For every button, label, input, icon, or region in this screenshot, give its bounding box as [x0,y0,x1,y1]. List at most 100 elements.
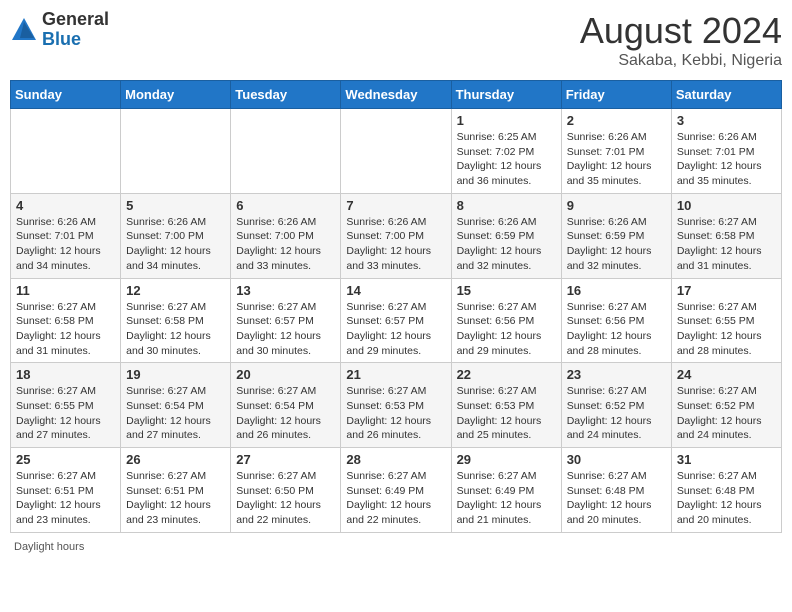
day-number: 15 [457,283,556,298]
day-info: Sunrise: 6:26 AM Sunset: 7:00 PM Dayligh… [346,215,445,274]
day-info: Sunrise: 6:27 AM Sunset: 6:48 PM Dayligh… [677,469,776,528]
day-cell: 15 Sunrise: 6:27 AM Sunset: 6:56 PM Dayli… [451,278,561,363]
day-cell: 17 Sunrise: 6:27 AM Sunset: 6:55 PM Dayli… [671,278,781,363]
day-cell: 3Sunrise: 6:26 AM Sunset: 7:01 PM Daylig… [671,109,781,194]
day-cell: 2 Sunrise: 6:26 AM Sunset: 7:01 PM Daylig… [561,109,671,194]
day-cell: 29 Sunrise: 6:27 AM Sunset: 6:49 PM Dayli… [451,448,561,533]
day-number: 2 [567,113,666,128]
day-cell: 21 Sunrise: 6:27 AM Sunset: 6:53 PM Dayli… [341,363,451,448]
day-info: Sunrise: 6:27 AM Sunset: 6:51 PM Dayligh… [126,469,225,528]
page-subtitle: Sakaba, Kebbi, Nigeria [580,52,782,70]
week-row-4: 25 Sunrise: 6:27 AM Sunset: 6:51 PM Dayli… [11,448,782,533]
day-cell: 13 Sunrise: 6:27 AM Sunset: 6:57 PM Dayli… [231,278,341,363]
day-cell: 4 Sunrise: 6:26 AM Sunset: 7:01 PM Daylig… [11,193,121,278]
day-number: 22 [457,367,556,382]
day-number: 19 [126,367,225,382]
day-cell: 19 Sunrise: 6:27 AM Sunset: 6:54 PM Dayli… [121,363,231,448]
day-cell: 5Sunrise: 6:26 AM Sunset: 7:00 PM Daylig… [121,193,231,278]
day-info: Sunrise: 6:27 AM Sunset: 6:48 PM Dayligh… [567,469,666,528]
calendar-header: SundayMondayTuesdayWednesdayThursdayFrid… [11,81,782,109]
day-cell [121,109,231,194]
logo-text: General Blue [42,10,109,50]
day-number: 9 [567,198,666,213]
day-number: 10 [677,198,776,213]
day-number: 12 [126,283,225,298]
day-number: 25 [16,452,115,467]
day-number: 8 [457,198,556,213]
week-row-3: 18Sunrise: 6:27 AM Sunset: 6:55 PM Dayli… [11,363,782,448]
day-info: Sunrise: 6:27 AM Sunset: 6:54 PM Dayligh… [126,384,225,443]
header-day-monday: Monday [121,81,231,109]
week-row-1: 4 Sunrise: 6:26 AM Sunset: 7:01 PM Daylig… [11,193,782,278]
day-cell [231,109,341,194]
day-info: Sunrise: 6:26 AM Sunset: 7:01 PM Dayligh… [567,130,666,189]
day-cell: 12Sunrise: 6:27 AM Sunset: 6:58 PM Dayli… [121,278,231,363]
logo-blue: Blue [42,29,81,49]
day-info: Sunrise: 6:27 AM Sunset: 6:57 PM Dayligh… [346,300,445,359]
logo: General Blue [10,10,109,50]
day-number: 23 [567,367,666,382]
day-number: 14 [346,283,445,298]
day-cell: 30 Sunrise: 6:27 AM Sunset: 6:48 PM Dayli… [561,448,671,533]
day-cell [11,109,121,194]
logo-general: General [42,9,109,29]
day-cell: 28Sunrise: 6:27 AM Sunset: 6:49 PM Dayli… [341,448,451,533]
day-number: 16 [567,283,666,298]
day-cell: 11Sunrise: 6:27 AM Sunset: 6:58 PM Dayli… [11,278,121,363]
header-day-saturday: Saturday [671,81,781,109]
day-info: Sunrise: 6:27 AM Sunset: 6:52 PM Dayligh… [567,384,666,443]
day-number: 13 [236,283,335,298]
day-number: 4 [16,198,115,213]
day-info: Sunrise: 6:27 AM Sunset: 6:54 PM Dayligh… [236,384,335,443]
day-info: Sunrise: 6:27 AM Sunset: 6:56 PM Dayligh… [457,300,556,359]
day-cell: 31 Sunrise: 6:27 AM Sunset: 6:48 PM Dayli… [671,448,781,533]
day-cell [341,109,451,194]
day-info: Sunrise: 6:26 AM Sunset: 7:01 PM Dayligh… [677,130,776,189]
daylight-label: Daylight hours [14,541,84,553]
day-info: Sunrise: 6:26 AM Sunset: 7:01 PM Dayligh… [16,215,115,274]
day-cell: 26 Sunrise: 6:27 AM Sunset: 6:51 PM Dayli… [121,448,231,533]
header-day-friday: Friday [561,81,671,109]
day-number: 1 [457,113,556,128]
day-number: 29 [457,452,556,467]
day-info: Sunrise: 6:27 AM Sunset: 6:58 PM Dayligh… [677,215,776,274]
day-number: 20 [236,367,335,382]
day-number: 30 [567,452,666,467]
day-info: Sunrise: 6:26 AM Sunset: 7:00 PM Dayligh… [236,215,335,274]
day-info: Sunrise: 6:25 AM Sunset: 7:02 PM Dayligh… [457,130,556,189]
day-number: 24 [677,367,776,382]
title-block: August 2024 Sakaba, Kebbi, Nigeria [580,10,782,70]
day-number: 26 [126,452,225,467]
day-cell: 1 Sunrise: 6:25 AM Sunset: 7:02 PM Daylig… [451,109,561,194]
day-number: 28 [346,452,445,467]
day-info: Sunrise: 6:27 AM Sunset: 6:51 PM Dayligh… [16,469,115,528]
header-day-wednesday: Wednesday [341,81,451,109]
day-info: Sunrise: 6:27 AM Sunset: 6:49 PM Dayligh… [457,469,556,528]
day-info: Sunrise: 6:27 AM Sunset: 6:52 PM Dayligh… [677,384,776,443]
day-cell: 14 Sunrise: 6:27 AM Sunset: 6:57 PM Dayli… [341,278,451,363]
day-number: 17 [677,283,776,298]
day-cell: 23 Sunrise: 6:27 AM Sunset: 6:52 PM Dayli… [561,363,671,448]
day-number: 27 [236,452,335,467]
day-cell: 22Sunrise: 6:27 AM Sunset: 6:53 PM Dayli… [451,363,561,448]
week-row-2: 11Sunrise: 6:27 AM Sunset: 6:58 PM Dayli… [11,278,782,363]
day-info: Sunrise: 6:27 AM Sunset: 6:55 PM Dayligh… [677,300,776,359]
day-number: 5 [126,198,225,213]
day-info: Sunrise: 6:26 AM Sunset: 6:59 PM Dayligh… [567,215,666,274]
day-cell: 8Sunrise: 6:26 AM Sunset: 6:59 PM Daylig… [451,193,561,278]
header-day-sunday: Sunday [11,81,121,109]
calendar-table: SundayMondayTuesdayWednesdayThursdayFrid… [10,80,782,533]
day-info: Sunrise: 6:27 AM Sunset: 6:55 PM Dayligh… [16,384,115,443]
day-cell: 25 Sunrise: 6:27 AM Sunset: 6:51 PM Dayli… [11,448,121,533]
day-cell: 24 Sunrise: 6:27 AM Sunset: 6:52 PM Dayli… [671,363,781,448]
day-cell: 27 Sunrise: 6:27 AM Sunset: 6:50 PM Dayli… [231,448,341,533]
day-cell: 9 Sunrise: 6:26 AM Sunset: 6:59 PM Daylig… [561,193,671,278]
day-info: Sunrise: 6:27 AM Sunset: 6:53 PM Dayligh… [346,384,445,443]
header-day-tuesday: Tuesday [231,81,341,109]
day-info: Sunrise: 6:27 AM Sunset: 6:50 PM Dayligh… [236,469,335,528]
day-number: 7 [346,198,445,213]
day-info: Sunrise: 6:27 AM Sunset: 6:57 PM Dayligh… [236,300,335,359]
day-info: Sunrise: 6:27 AM Sunset: 6:56 PM Dayligh… [567,300,666,359]
day-number: 21 [346,367,445,382]
day-number: 31 [677,452,776,467]
